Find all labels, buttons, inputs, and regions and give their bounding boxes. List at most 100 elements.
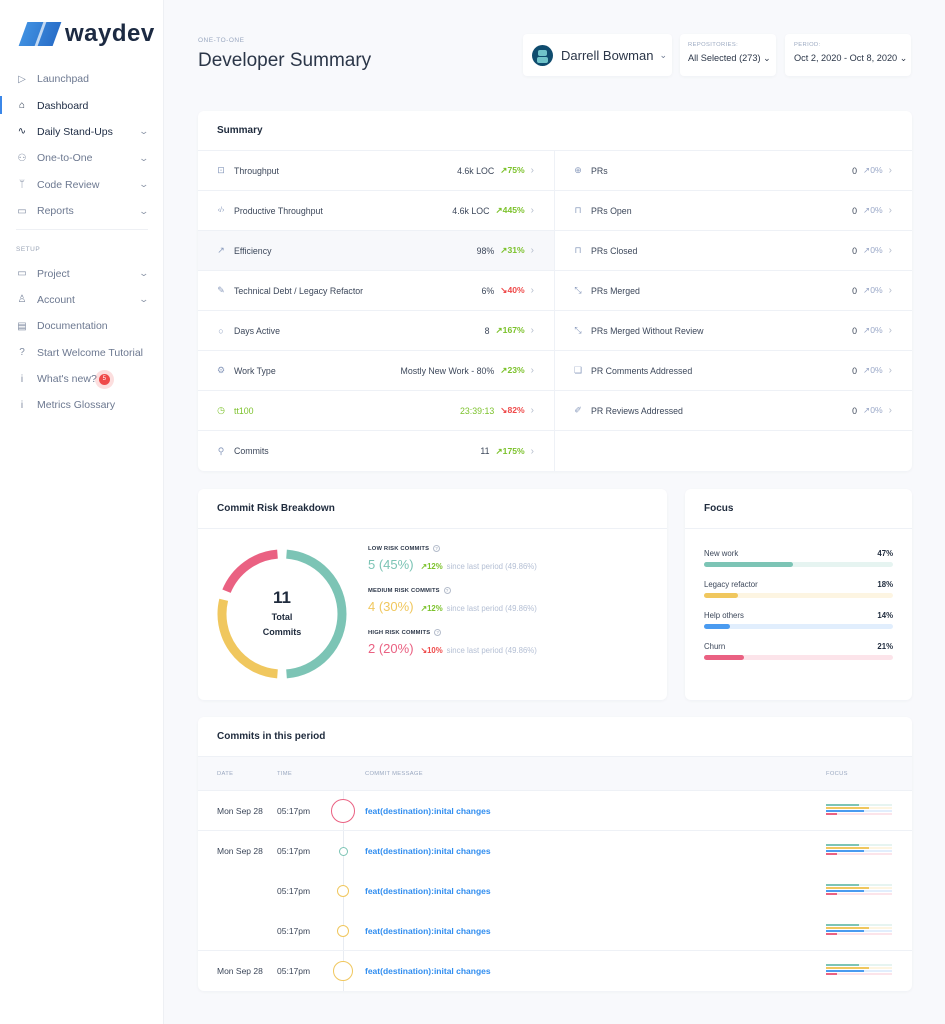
repositories-selector[interactable]: REPOSITORIES: All Selected (273) ⌄ <box>680 34 776 76</box>
summary-row-tt100[interactable]: ◷ tt100 23:39:13 ↘82% › <box>198 391 554 431</box>
chevron-down-icon[interactable]: ⌄ <box>139 268 150 279</box>
summary-row-commits[interactable]: ⚲ Commits 11 ↗175% › <box>198 431 554 471</box>
total-commits-value: 11 <box>273 588 291 607</box>
summary-row-empty <box>555 431 912 471</box>
chevron-right-icon: › <box>530 245 534 256</box>
sidebar-nav: ▷ Launchpad ⌂ Dashboard ∿ Daily Stand-Ups ⌄ ⚇ On… <box>0 66 164 419</box>
file-code-icon: ⊡ <box>217 165 225 175</box>
summary-row-prs-open[interactable]: ⊓ PRs Open 0 ↗0% › <box>555 191 912 231</box>
summary-row-throughput[interactable]: ⊡ Throughput 4.6k LOC ↗75% › <box>198 151 554 191</box>
summary-row-efficiency[interactable]: ↗ Efficiency 98% ↗31% › <box>198 231 554 271</box>
sidebar-item-code-review[interactable]: ᛘ Code Review ⌄ <box>0 172 164 198</box>
summary-row-prs[interactable]: ⊕ PRs 0 ↗0% › <box>555 151 912 191</box>
mini-focus-fill <box>826 887 869 889</box>
metric-label: Work Type <box>234 365 276 376</box>
sidebar-item-dashboard[interactable]: ⌂ Dashboard <box>0 92 164 118</box>
sidebar-item-account[interactable]: ♙ Account ⌄ <box>0 287 164 313</box>
summary-row-days-active[interactable]: ○ Days Active 8 ↗167% › <box>198 311 554 351</box>
summary-row-prs-merged-without-review[interactable]: ⤡ PRs Merged Without Review 0 ↗0% › <box>555 311 912 351</box>
commit-message-link[interactable]: feat(destination):inital changes <box>365 791 491 831</box>
focus-percent: 14% <box>877 611 893 620</box>
help-icon[interactable]: ? <box>443 587 451 594</box>
sidebar-item-start-welcome-tutorial[interactable]: ? Start Welcome Tutorial <box>0 340 164 366</box>
table-row[interactable]: Mon Sep 28 05:17pm feat(destination):inita… <box>198 791 912 831</box>
mini-focus-track <box>826 930 892 932</box>
merge-no-review-icon: ⤡ <box>574 325 582 335</box>
table-row[interactable]: 05:17pm feat(destination):inital changes <box>198 871 912 911</box>
table-row[interactable]: Mon Sep 28 05:17pm feat(destination):inita… <box>198 831 912 871</box>
mini-focus-fill <box>826 884 859 886</box>
developer-selector[interactable]: Darrell Bowman ⌄ <box>523 34 672 76</box>
commit-dot <box>337 885 349 897</box>
summary-row-work-type[interactable]: ⚙ Work Type Mostly New Work - 80% ↗23% › <box>198 351 554 391</box>
focus-list: New work 47% Legacy refactor 18% Help others… <box>685 529 912 660</box>
sidebar: waydev ▷ Launchpad ⌂ Dashboard ∿ Daily Stand-… <box>0 0 164 1024</box>
metric-label: PR Reviews Addressed <box>591 405 683 416</box>
commit-dot <box>331 799 355 823</box>
summary-row-pr-reviews-addressed[interactable]: ✐ PR Reviews Addressed 0 ↗0% › <box>555 391 912 431</box>
summary-row-prs-merged[interactable]: ⤡ PRs Merged 0 ↗0% › <box>555 271 912 311</box>
calendar-icon: ▭ <box>17 205 27 217</box>
help-icon[interactable]: ? <box>433 545 441 552</box>
chevron-down-icon[interactable]: ⌄ <box>139 179 150 190</box>
chevron-down-icon[interactable]: ⌄ <box>139 153 150 164</box>
help-icon[interactable]: ? <box>434 629 442 636</box>
commit-message-link[interactable]: feat(destination):inital changes <box>365 951 491 991</box>
commit-message-link[interactable]: feat(destination):inital changes <box>365 831 491 871</box>
focus-item: Legacy refactor 18% <box>704 580 893 598</box>
notification-badge: 5 <box>98 373 110 385</box>
metric-label: Efficiency <box>234 245 272 256</box>
sidebar-item-one-to-one[interactable]: ⚇ One-to-One ⌄ <box>0 145 164 171</box>
summary-row-pr-comments-addressed[interactable]: ❏ PR Comments Addressed 0 ↗0% › <box>555 351 912 391</box>
commit-date: Mon Sep 28 <box>217 846 263 856</box>
header-commit-message: COMMIT MESSAGE <box>365 770 423 777</box>
table-row[interactable]: 05:17pm feat(destination):inital changes <box>198 911 912 951</box>
summary-row-productive-throughput[interactable]: ‹/› Productive Throughput 4.6k LOC ↗445% › <box>198 191 554 231</box>
chevron-right-icon: › <box>530 205 534 216</box>
chevron-down-icon[interactable]: ⌄ <box>139 294 150 305</box>
header-date: DATE <box>217 770 234 777</box>
chevron-right-icon: › <box>888 165 892 176</box>
home-icon: ⌂ <box>18 100 26 112</box>
total-label: Total <box>271 612 293 622</box>
metric-change: ↘82% <box>500 405 525 415</box>
chevron-right-icon: › <box>530 165 534 176</box>
mini-focus-fill <box>826 890 864 892</box>
chevron-down-icon: ⌄ <box>763 53 771 63</box>
commit-message-link[interactable]: feat(destination):inital changes <box>365 871 491 911</box>
risk-item: HIGH RISK COMMITS? 2 (20%) ↘10% since last … <box>368 629 537 656</box>
metric-value: 0 <box>852 165 858 176</box>
sidebar-item-launchpad[interactable]: ▷ Launchpad <box>0 66 164 92</box>
metric-label: Productive Throughput <box>234 205 323 216</box>
table-row[interactable]: Mon Sep 28 05:17pm feat(destination):inita… <box>198 951 912 991</box>
sidebar-item-documentation[interactable]: ▤ Documentation <box>0 313 164 339</box>
mini-focus-bars <box>826 844 892 856</box>
period-selector[interactable]: PERIOD: Oct 2, 2020 - Oct 8, 2020 ⌄ <box>785 34 911 76</box>
pencil-icon: ✐ <box>574 405 582 415</box>
focus-card: Focus New work 47% Legacy refactor 18% Help … <box>685 489 912 700</box>
commit-message-link[interactable]: feat(destination):inital changes <box>365 911 491 951</box>
summary-row-prs-closed[interactable]: ⊓ PRs Closed 0 ↗0% › <box>555 231 912 271</box>
mini-focus-fill <box>826 853 838 855</box>
logo[interactable]: waydev <box>19 20 155 48</box>
focus-label: Churn <box>704 642 726 651</box>
play-circle-icon: ▷ <box>18 73 26 85</box>
risk-item: LOW RISK COMMITS? 5 (45%) ↗12% since last p… <box>368 545 537 572</box>
sidebar-item-label: Launchpad <box>37 73 89 86</box>
risk-change: ↗12% <box>420 604 443 613</box>
chevron-down-icon[interactable]: ⌄ <box>139 206 150 217</box>
sidebar-item-metrics-glossary[interactable]: i Metrics Glossary <box>0 392 164 418</box>
metric-change: ↗0% <box>863 205 883 215</box>
summary-row-technical-debt-legacy-refactor[interactable]: ✎ Technical Debt / Legacy Refactor 6% ↘40% › <box>198 271 554 311</box>
chevron-down-icon[interactable]: ⌄ <box>139 126 150 137</box>
focus-percent: 18% <box>877 580 893 589</box>
summary-left-column: ⊡ Throughput 4.6k LOC ↗75% › ‹/› Productive Th… <box>198 151 555 471</box>
sidebar-item-project[interactable]: ▭ Project ⌄ <box>0 260 164 286</box>
commit-time: 05:17pm <box>277 966 311 976</box>
sidebar-item-reports[interactable]: ▭ Reports ⌄ <box>0 198 164 224</box>
metric-label: Days Active <box>234 325 280 336</box>
summary-card: Summary ⊡ Throughput 4.6k LOC ↗75% › ‹/› Produ… <box>198 111 912 471</box>
sidebar-item-daily-stand-ups[interactable]: ∿ Daily Stand-Ups ⌄ <box>0 119 164 145</box>
mini-focus-fill <box>826 804 859 806</box>
sidebar-item-what-s-new[interactable]: i What's new? 5 <box>0 366 164 392</box>
